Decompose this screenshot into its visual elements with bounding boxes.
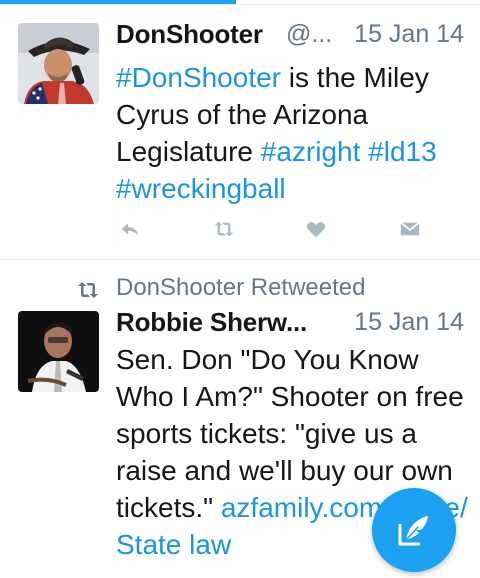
hashtag-link[interactable]: #ld13 [368,136,437,167]
retweet-button[interactable] [210,215,238,243]
hashtag-link[interactable]: #azright [261,136,361,167]
reply-icon [121,223,139,236]
tweet-header: Robbie Sherw... 15 Jan 14 [116,307,464,341]
hashtag-link[interactable]: #DonShooter [116,62,281,93]
direct-message-button[interactable] [396,215,424,243]
avatar[interactable] [18,311,99,392]
author-name[interactable]: DonShooter [116,19,263,50]
retweeted-by-line: DonShooter Retweeted [0,274,480,306]
retweeted-by-text[interactable]: DonShooter Retweeted [116,274,366,302]
author-handle[interactable]: @... [286,20,332,49]
like-button[interactable] [302,215,330,243]
author-name[interactable]: Robbie Sherw... [116,307,307,338]
tweet-text: #DonShooter is the Miley Cyrus of the Ar… [116,59,470,207]
tweet-actions [116,215,426,245]
timeline: DonShooter @... 15 Jan 14 #DonShooter is… [0,0,480,578]
like-icon [306,222,326,238]
retweet-icon [78,282,98,298]
tweet[interactable]: DonShooter @... 15 Jan 14 #DonShooter is… [0,5,480,259]
hashtag-link[interactable]: #wreckingball [116,173,286,204]
tweet-date: 15 Jan 14 [354,308,464,336]
reply-button[interactable] [116,215,144,243]
avatar[interactable] [18,23,99,104]
tweet-header: DonShooter @... 15 Jan 14 [116,19,464,53]
compose-tweet-button[interactable] [372,488,456,572]
retweet-icon [214,221,234,237]
compose-tweet-icon [398,516,428,546]
tweet-date: 15 Jan 14 [354,20,464,48]
url-link-continued[interactable]: State law [116,529,231,560]
avatar-photo [18,23,99,104]
direct-message-icon [400,221,420,236]
avatar-photo [18,311,99,392]
tweet-text-segment [360,136,368,167]
